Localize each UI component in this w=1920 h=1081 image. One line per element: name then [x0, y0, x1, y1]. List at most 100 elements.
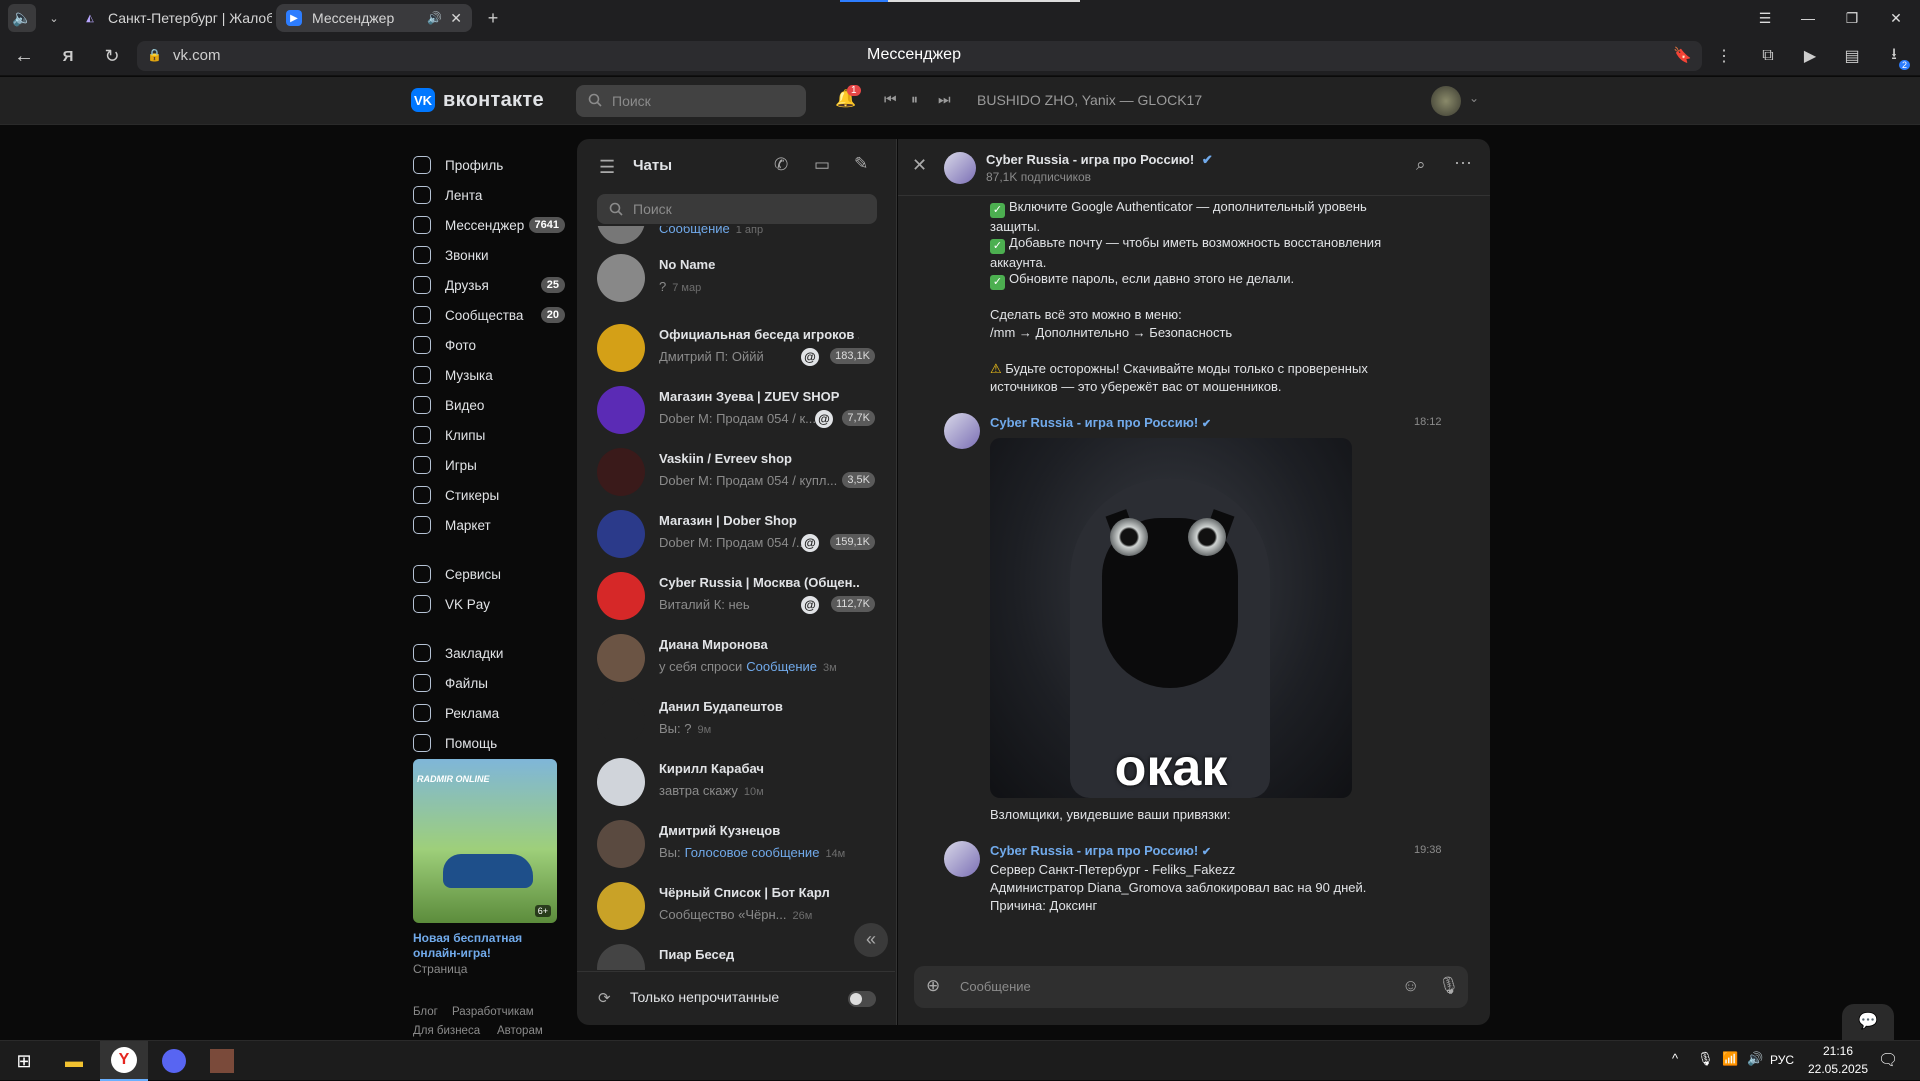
only-unread-toggle[interactable] — [848, 991, 876, 1007]
header-search-input[interactable]: Поиск — [576, 85, 806, 117]
chat-list-item[interactable]: Магазин | Dober Shop Dober M: Продам 054 … — [577, 504, 895, 566]
url-field[interactable]: 🔒 vk.com Мессенджер 🔖 — [137, 41, 1702, 71]
sender-avatar[interactable] — [944, 413, 980, 449]
emoji-icon[interactable]: ☺ — [1402, 976, 1419, 996]
bell-icon[interactable]: 🔔 1 — [835, 85, 861, 111]
chat-list-item[interactable]: Диана Миронова у себя спроси Сообщение 3м — [577, 628, 895, 690]
chat-list-item[interactable]: Vaskiin / Evreev shop Dober M: Продам 054… — [577, 442, 895, 504]
message-input[interactable]: ⊕ Сообщение ☺ 🎙 — [914, 966, 1468, 1008]
nav-item[interactable]: Файлы — [413, 668, 565, 698]
yandex-icon[interactable]: Я — [54, 42, 82, 70]
chat-list-item[interactable]: Магазин Зуева | ZUEV SHOP Dober M: Продам… — [577, 380, 895, 442]
ad-title[interactable]: Новая бесплатная онлайн-игра! — [413, 931, 557, 961]
collapse-icon[interactable]: « — [854, 923, 888, 957]
nav-item[interactable]: Сервисы — [413, 559, 565, 589]
language-indicator[interactable]: РУС — [1770, 1053, 1794, 1067]
game-icon[interactable] — [198, 1041, 246, 1081]
collections-icon[interactable]: ▤ — [1838, 42, 1866, 70]
chat-list-item[interactable]: Официальная беседа игроков ... Дмитрий П:… — [577, 318, 895, 380]
menu-icon[interactable]: ☰ — [599, 157, 615, 178]
nav-item[interactable]: Лента — [413, 180, 565, 210]
clock-time[interactable]: 21:16 — [1808, 1044, 1868, 1058]
more-icon[interactable]: ⋮ — [1710, 42, 1738, 70]
message-sender[interactable]: Cyber Russia - игра про Россию! ✔ — [990, 415, 1211, 430]
speaker-icon[interactable]: 🔊 — [427, 11, 442, 25]
chevron-down-icon[interactable]: ⌄ — [1469, 91, 1479, 105]
footer-link-business[interactable]: Для бизнеса — [413, 1025, 480, 1037]
back-icon[interactable]: ← — [10, 42, 38, 70]
nav-item[interactable]: Мессенджер 7641 — [413, 210, 565, 240]
nav-item[interactable]: Фото — [413, 330, 565, 360]
microphone-icon[interactable]: 🎙 — [1697, 1051, 1714, 1067]
footer-link-authors[interactable]: Авторам — [497, 1025, 543, 1037]
conversation-title[interactable]: Cyber Russia - игра про Россию! ✔ — [986, 152, 1213, 168]
nav-item[interactable]: Стикеры — [413, 480, 565, 510]
more-icon[interactable]: ⋯ — [1454, 153, 1472, 174]
nav-item[interactable]: Закладки — [413, 638, 565, 668]
compose-icon[interactable]: ✎ — [854, 154, 868, 174]
community-avatar[interactable] — [944, 152, 976, 184]
microphone-icon[interactable]: 🎙 — [1438, 976, 1460, 996]
media-icon[interactable]: ▶ — [1796, 42, 1824, 70]
network-icon[interactable]: 📶 — [1722, 1051, 1738, 1067]
footer-link-developers[interactable]: Разработчикам — [452, 1006, 534, 1018]
nav-item[interactable]: Игры — [413, 450, 565, 480]
attach-icon[interactable]: ⊕ — [926, 976, 940, 996]
archive-icon[interactable]: ▭ — [814, 155, 830, 175]
nav-item[interactable]: Профиль — [413, 150, 565, 180]
volume-icon[interactable]: 🔊 — [1747, 1051, 1763, 1067]
tray-chevron-icon[interactable]: ^ — [1672, 1051, 1678, 1066]
nav-item[interactable]: VK Pay — [413, 589, 565, 619]
chat-list-item[interactable]: Дмитрий Кузнецов Вы: Голосовое сообщение 14… — [577, 814, 895, 876]
extensions-icon[interactable]: ⧉ — [1754, 42, 1782, 70]
yandex-browser-icon[interactable]: Y — [100, 1041, 148, 1081]
audio-icon[interactable]: 🔈 — [8, 4, 36, 32]
chat-search-input[interactable]: Поиск — [597, 194, 877, 224]
close-window-icon[interactable]: ✕ — [1876, 0, 1916, 36]
message-sender[interactable]: Cyber Russia - игра про Россию! ✔ — [990, 843, 1211, 858]
discord-icon[interactable] — [150, 1041, 198, 1081]
nav-item[interactable]: Маркет — [413, 510, 565, 540]
nav-item[interactable]: Видео — [413, 390, 565, 420]
clock-date[interactable]: 22.05.2025 — [1800, 1062, 1876, 1076]
search-icon[interactable]: ⌕ — [1416, 155, 1426, 175]
sender-avatar[interactable] — [944, 841, 980, 877]
vk-logo[interactable]: VK вконтакте — [411, 88, 544, 112]
reload-icon[interactable]: ↻ — [98, 42, 126, 70]
chat-bubble-icon[interactable]: 💬 — [1842, 1004, 1894, 1040]
tabs-menu-icon[interactable]: ☰ — [1745, 0, 1785, 36]
nav-item[interactable]: Помощь — [413, 728, 565, 758]
next-track-icon[interactable]: ⏭ — [938, 91, 951, 108]
chevron-down-icon[interactable]: ⌄ — [40, 4, 68, 32]
file-explorer-icon[interactable]: ▬ — [50, 1041, 98, 1081]
prev-track-icon[interactable]: ⏮ — [884, 91, 897, 108]
now-playing[interactable]: BUSHIDO ZHO, Yanix — GLOCK17 — [977, 92, 1202, 108]
nav-item[interactable]: Друзья 25 — [413, 270, 565, 300]
bookmark-icon[interactable]: 🔖 — [1673, 46, 1692, 64]
nav-item[interactable]: Клипы — [413, 420, 565, 450]
close-tab-icon[interactable]: ✕ — [450, 10, 462, 27]
avatar[interactable] — [1431, 86, 1461, 116]
chat-list-item[interactable]: Пиар Бесед — [577, 938, 895, 970]
restore-icon[interactable]: ❐ — [1832, 0, 1872, 36]
windows-start-icon[interactable]: ⊞ — [0, 1041, 48, 1081]
ad-banner[interactable]: RADMIR ONLINE 6+ — [413, 759, 557, 923]
tab-zhaloby[interactable]: ◭ Санкт-Петербург | Жалобы — [72, 4, 272, 32]
chat-list-item[interactable]: Кирилл Карабач завтра скажу 10м — [577, 752, 895, 814]
footer-link-blog[interactable]: Блог — [413, 1006, 438, 1018]
nav-item[interactable]: Звонки — [413, 240, 565, 270]
new-tab-icon[interactable]: + — [479, 4, 507, 32]
nav-item[interactable]: Музыка — [413, 360, 565, 390]
nav-item[interactable]: Сообщества 20 — [413, 300, 565, 330]
chat-list-item[interactable]: Данил Будапештов Вы: ? 9м — [577, 690, 895, 752]
close-icon[interactable]: ✕ — [912, 155, 927, 176]
tab-messenger[interactable]: ▶ Мессенджер 🔊 ✕ — [276, 4, 472, 32]
new-call-icon[interactable]: ✆ — [774, 155, 788, 175]
minimize-icon[interactable]: — — [1788, 0, 1828, 36]
notifications-icon[interactable]: 🗨 — [1878, 1050, 1898, 1070]
chat-list-item[interactable]: Cyber Russia | Москва (Общен... Виталий К… — [577, 566, 895, 628]
nav-item[interactable]: Реклама — [413, 698, 565, 728]
downloads-icon[interactable]: ⭳ 2 — [1880, 42, 1910, 70]
message-image[interactable]: окак — [990, 438, 1352, 798]
chat-list-item[interactable]: No Name? 7 мар — [577, 248, 895, 310]
